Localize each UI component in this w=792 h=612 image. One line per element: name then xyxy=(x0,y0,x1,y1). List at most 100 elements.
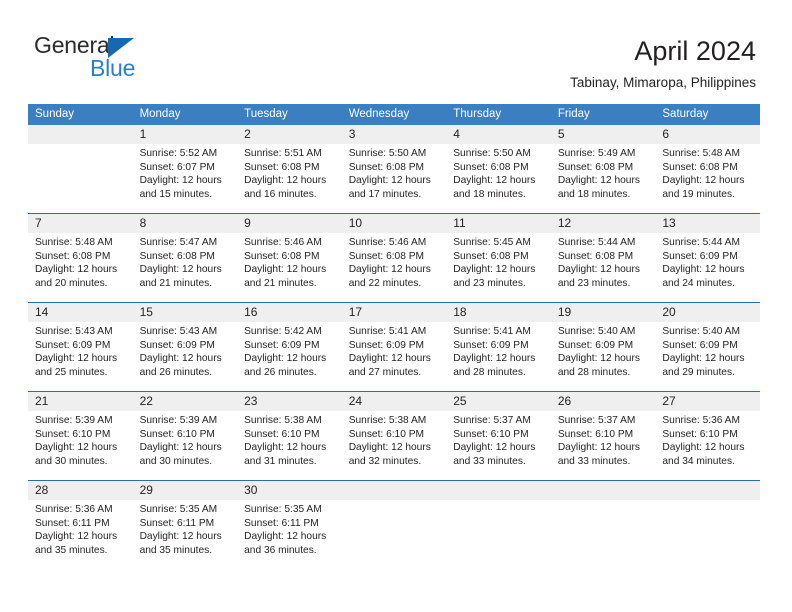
day-detail-line: and 16 minutes. xyxy=(244,188,317,200)
day-detail-line: Sunrise: 5:35 AM xyxy=(244,504,322,515)
day-detail-line: Sunrise: 5:36 AM xyxy=(35,504,113,515)
day-number[interactable]: 20 xyxy=(655,303,760,322)
day-number[interactable]: 7 xyxy=(28,214,133,233)
day-detail-line: Sunrise: 5:47 AM xyxy=(139,237,218,248)
day-detail-line: Sunset: 6:07 PM xyxy=(139,161,215,173)
day-number[interactable]: 11 xyxy=(446,214,551,233)
weekday-header-tuesday: Tuesday xyxy=(244,108,288,120)
day-detail-line: and 28 minutes. xyxy=(557,366,631,378)
day-number-empty xyxy=(655,481,760,500)
weekday-header-wednesday: Wednesday xyxy=(348,108,410,120)
day-number[interactable]: 1 xyxy=(133,125,238,144)
general-blue-logo[interactable]: General Blue xyxy=(34,32,234,88)
day-cell[interactable]: Sunrise: 5:39 AM Sunset: 6:10 PM Daylight:… xyxy=(133,411,238,480)
logo-text-blue: Blue xyxy=(90,55,136,81)
day-cell-empty xyxy=(342,500,447,569)
day-detail-line: Daylight: 12 hours xyxy=(35,264,118,276)
day-cell[interactable]: Sunrise: 5:35 AM Sunset: 6:11 PM Daylight:… xyxy=(133,500,238,569)
day-cell[interactable]: Sunrise: 5:40 AM Sunset: 6:09 PM Daylight:… xyxy=(551,322,656,391)
day-detail-line: Daylight: 12 hours xyxy=(453,175,536,187)
day-detail-line: Sunset: 6:08 PM xyxy=(139,250,215,262)
calendar-weeks: 1 2 3 4 5 6 Sunrise: 5:52 AM Sunset: 6:07 PM Day… xyxy=(28,125,760,569)
day-cell[interactable]: Sunrise: 5:42 AM Sunset: 6:09 PM Daylight:… xyxy=(237,322,342,391)
day-number[interactable]: 12 xyxy=(551,214,656,233)
day-detail-line: Daylight: 12 hours xyxy=(662,175,745,187)
day-cell[interactable]: Sunrise: 5:36 AM Sunset: 6:11 PM Daylight:… xyxy=(28,500,133,569)
day-cell[interactable]: Sunrise: 5:51 AM Sunset: 6:08 PM Daylight:… xyxy=(237,144,342,213)
day-cell[interactable]: Sunrise: 5:35 AM Sunset: 6:11 PM Daylight:… xyxy=(237,500,342,569)
day-number[interactable]: 15 xyxy=(133,303,238,322)
day-cell[interactable]: Sunrise: 5:50 AM Sunset: 6:08 PM Daylight:… xyxy=(342,144,447,213)
day-number[interactable]: 23 xyxy=(237,392,342,411)
day-cell[interactable]: Sunrise: 5:48 AM Sunset: 6:08 PM Daylight:… xyxy=(28,233,133,302)
day-cell[interactable]: Sunrise: 5:46 AM Sunset: 6:08 PM Daylight:… xyxy=(237,233,342,302)
day-cell[interactable]: Sunrise: 5:45 AM Sunset: 6:08 PM Daylight:… xyxy=(446,233,551,302)
day-cell[interactable]: Sunrise: 5:44 AM Sunset: 6:09 PM Daylight:… xyxy=(655,233,760,302)
day-detail-line: Sunset: 6:08 PM xyxy=(244,250,320,262)
day-detail-line: Sunrise: 5:44 AM xyxy=(662,237,740,248)
day-number[interactable]: 21 xyxy=(28,392,133,411)
day-cell[interactable]: Sunrise: 5:43 AM Sunset: 6:09 PM Daylight:… xyxy=(133,322,238,391)
day-cell-empty xyxy=(446,500,551,569)
day-cell[interactable]: Sunrise: 5:47 AM Sunset: 6:08 PM Daylight:… xyxy=(133,233,238,302)
day-detail-line: Daylight: 12 hours xyxy=(348,353,431,365)
day-cell[interactable]: Sunrise: 5:40 AM Sunset: 6:09 PM Daylight:… xyxy=(655,322,760,391)
day-number[interactable]: 19 xyxy=(551,303,656,322)
day-number[interactable]: 22 xyxy=(133,392,238,411)
day-detail-line: Daylight: 12 hours xyxy=(557,442,640,454)
day-detail-line: Sunset: 6:10 PM xyxy=(348,428,425,440)
day-cell[interactable]: Sunrise: 5:36 AM Sunset: 6:10 PM Daylight:… xyxy=(655,411,760,480)
calendar-grid: Sunday Monday Tuesday Wednesday Thursday Frid… xyxy=(28,104,760,569)
day-number[interactable]: 10 xyxy=(342,214,447,233)
day-number[interactable]: 27 xyxy=(655,392,760,411)
day-detail-line: Daylight: 12 hours xyxy=(557,353,640,365)
weekday-header-sunday: Sunday xyxy=(35,108,75,120)
day-number[interactable]: 4 xyxy=(446,125,551,144)
day-number[interactable]: 26 xyxy=(551,392,656,411)
day-detail-line: Daylight: 12 hours xyxy=(139,353,222,365)
day-number[interactable]: 13 xyxy=(655,214,760,233)
day-number[interactable]: 8 xyxy=(133,214,238,233)
day-detail-line: Sunset: 6:08 PM xyxy=(557,250,634,262)
day-cell[interactable]: Sunrise: 5:46 AM Sunset: 6:08 PM Daylight:… xyxy=(342,233,447,302)
week-day-numbers: 28 29 30 xyxy=(28,481,760,500)
day-detail-line: Sunrise: 5:36 AM xyxy=(662,415,740,426)
day-cell[interactable]: Sunrise: 5:41 AM Sunset: 6:09 PM Daylight:… xyxy=(446,322,551,391)
day-number[interactable]: 18 xyxy=(446,303,551,322)
week-day-details: Sunrise: 5:39 AM Sunset: 6:10 PM Daylight:… xyxy=(28,411,760,480)
day-number[interactable]: 3 xyxy=(342,125,447,144)
day-number[interactable]: 28 xyxy=(28,481,133,500)
day-number[interactable]: 17 xyxy=(342,303,447,322)
page-subtitle: Tabinay, Mimaropa, Philippines xyxy=(570,75,756,90)
day-detail-line: Sunset: 6:10 PM xyxy=(139,428,215,440)
day-cell[interactable]: Sunrise: 5:52 AM Sunset: 6:07 PM Daylight:… xyxy=(133,144,238,213)
day-number[interactable]: 14 xyxy=(28,303,133,322)
day-detail-line: Sunset: 6:08 PM xyxy=(348,250,425,262)
day-cell[interactable]: Sunrise: 5:39 AM Sunset: 6:10 PM Daylight:… xyxy=(28,411,133,480)
day-cell[interactable]: Sunrise: 5:50 AM Sunset: 6:08 PM Daylight:… xyxy=(446,144,551,213)
day-cell[interactable]: Sunrise: 5:38 AM Sunset: 6:10 PM Daylight:… xyxy=(237,411,342,480)
day-number[interactable]: 29 xyxy=(133,481,238,500)
day-number[interactable]: 16 xyxy=(237,303,342,322)
day-number-empty xyxy=(551,481,656,500)
day-detail-line: and 31 minutes. xyxy=(244,455,317,467)
day-cell[interactable]: Sunrise: 5:37 AM Sunset: 6:10 PM Daylight:… xyxy=(551,411,656,480)
day-cell[interactable]: Sunrise: 5:44 AM Sunset: 6:08 PM Daylight:… xyxy=(551,233,656,302)
day-number[interactable]: 24 xyxy=(342,392,447,411)
day-cell[interactable]: Sunrise: 5:48 AM Sunset: 6:08 PM Daylight:… xyxy=(655,144,760,213)
day-number[interactable]: 6 xyxy=(655,125,760,144)
day-detail-line: Daylight: 12 hours xyxy=(35,442,118,454)
day-detail-line: Sunrise: 5:35 AM xyxy=(139,504,218,515)
day-detail-line: Daylight: 12 hours xyxy=(348,175,431,187)
day-cell[interactable]: Sunrise: 5:37 AM Sunset: 6:10 PM Daylight:… xyxy=(446,411,551,480)
day-number[interactable]: 25 xyxy=(446,392,551,411)
day-number[interactable]: 5 xyxy=(551,125,656,144)
day-cell[interactable]: Sunrise: 5:43 AM Sunset: 6:09 PM Daylight:… xyxy=(28,322,133,391)
day-cell[interactable]: Sunrise: 5:38 AM Sunset: 6:10 PM Daylight:… xyxy=(342,411,447,480)
day-number[interactable]: 9 xyxy=(237,214,342,233)
day-number[interactable]: 30 xyxy=(237,481,342,500)
day-cell[interactable]: Sunrise: 5:49 AM Sunset: 6:08 PM Daylight:… xyxy=(551,144,656,213)
day-cell[interactable]: Sunrise: 5:41 AM Sunset: 6:09 PM Daylight:… xyxy=(342,322,447,391)
day-number[interactable]: 2 xyxy=(237,125,342,144)
day-detail-line: Sunset: 6:10 PM xyxy=(244,428,320,440)
